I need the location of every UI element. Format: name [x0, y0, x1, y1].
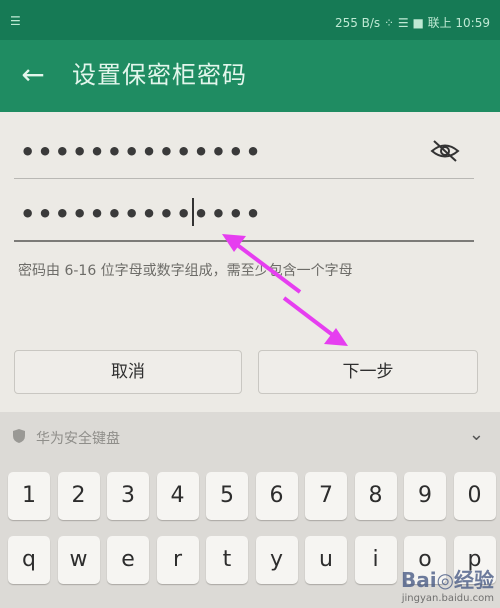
number-key-1[interactable]: 1 [8, 472, 50, 520]
status-right-text: 255 B/s ⁘ ☰ ■ 联上 10:59 [334, 16, 490, 30]
app-bar: ← 设置保密柜密码 [0, 40, 500, 112]
letter-key-w[interactable]: w [57, 536, 100, 584]
letter-key-q[interactable]: q [8, 536, 50, 584]
keyboard-title: 华为安全键盘 [36, 431, 120, 447]
letter-key-r[interactable]: r [156, 536, 199, 584]
number-key-8[interactable]: 8 [354, 472, 397, 520]
status-bar: ☰ 255 B/s ⁘ ☰ ■ 联上 10:59 [0, 0, 500, 40]
number-key-4[interactable]: 4 [156, 472, 199, 520]
number-key-row: 1234567890 [0, 472, 500, 524]
number-key-5[interactable]: 5 [206, 472, 248, 520]
letter-key-u[interactable]: u [305, 536, 347, 584]
number-key-3[interactable]: 3 [107, 472, 149, 520]
password-form: •••••••••••••• •••••••••••••• 密码由 6-16 位… [0, 112, 500, 412]
next-step-button[interactable]: 下一步 [258, 350, 478, 394]
shield-icon [13, 429, 25, 443]
page-title: 设置保密柜密码 [72, 61, 247, 89]
letter-key-t[interactable]: t [206, 536, 248, 584]
back-arrow-icon[interactable]: ← [16, 58, 50, 92]
number-key-7[interactable]: 7 [305, 472, 347, 520]
number-key-2[interactable]: 2 [57, 472, 100, 520]
letter-key-y[interactable]: y [255, 536, 298, 584]
number-key-0[interactable]: 0 [453, 472, 496, 520]
letter-key-i[interactable]: i [354, 536, 397, 584]
cancel-button[interactable]: 取消 [14, 350, 242, 394]
status-left-indicator: ☰ [10, 14, 21, 28]
keyboard-header: 华为安全键盘 ⌄ [0, 412, 500, 460]
number-key-6[interactable]: 6 [255, 472, 298, 520]
chevron-down-icon[interactable]: ⌄ [469, 424, 484, 445]
watermark-brand: Bai◎经验 [400, 568, 494, 592]
watermark: Bai◎经验 jingyan.baidu.com [401, 564, 494, 604]
watermark-url: jingyan.baidu.com [401, 593, 494, 604]
number-key-9[interactable]: 9 [404, 472, 446, 520]
letter-key-e[interactable]: e [107, 536, 149, 584]
